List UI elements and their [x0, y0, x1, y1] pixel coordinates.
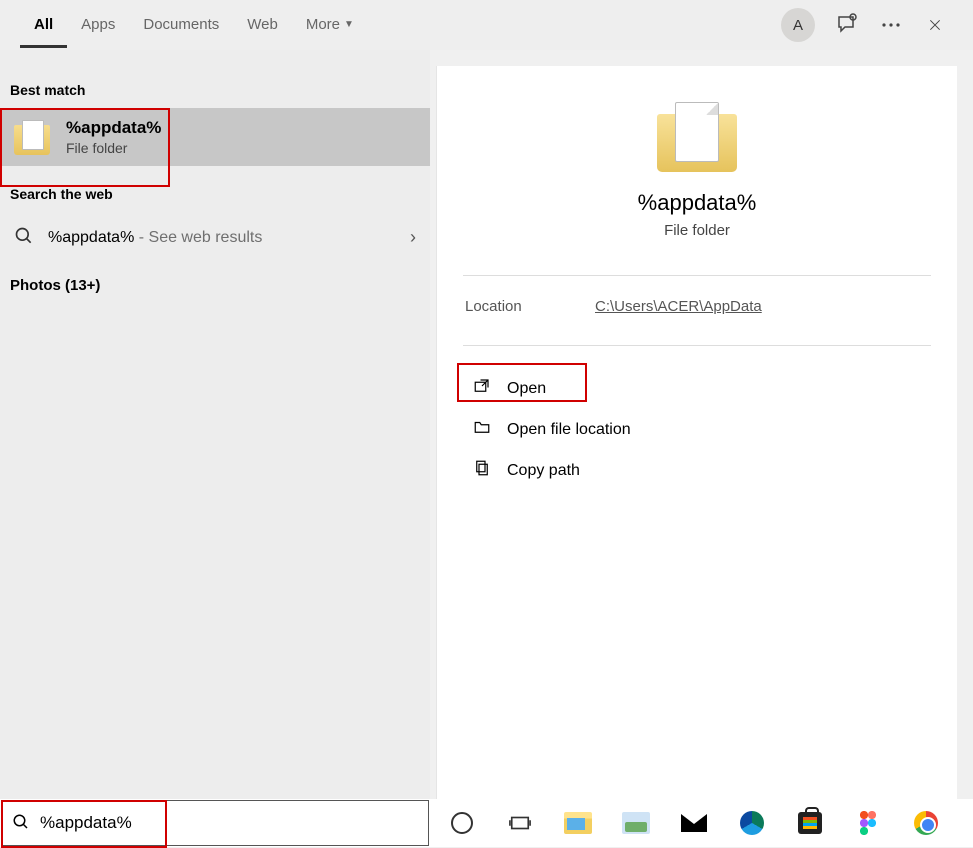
preview-subtitle: File folder [465, 222, 929, 239]
action-copy-path-label: Copy path [507, 462, 580, 480]
close-button[interactable] [923, 13, 947, 37]
web-search-result[interactable]: %appdata% - See web results › [0, 212, 430, 263]
location-label: Location [465, 298, 595, 315]
divider [463, 345, 931, 346]
search-tabs-bar: All Apps Documents Web More ▼ A [0, 0, 973, 50]
section-best-match: Best match [0, 76, 430, 108]
more-options-icon[interactable] [879, 13, 903, 37]
tab-apps[interactable]: Apps [67, 2, 129, 48]
microsoft-store-icon[interactable] [793, 806, 827, 840]
wallpaper-app-icon[interactable] [619, 806, 653, 840]
web-result-suffix: - See web results [134, 229, 262, 246]
action-open[interactable]: Open [465, 368, 929, 409]
location-value[interactable]: C:\Users\ACER\AppData [595, 298, 762, 315]
edge-icon[interactable] [735, 806, 769, 840]
tab-documents[interactable]: Documents [129, 2, 233, 48]
user-avatar[interactable]: A [781, 8, 815, 42]
taskbar-area [0, 799, 973, 847]
cortana-icon[interactable] [445, 806, 479, 840]
figma-icon[interactable] [851, 806, 885, 840]
preview-title: %appdata% [465, 190, 929, 216]
action-open-location[interactable]: Open file location [465, 409, 929, 450]
annotation-highlight [1, 800, 167, 848]
mail-icon[interactable] [677, 806, 711, 840]
search-box[interactable] [1, 800, 429, 846]
action-copy-path[interactable]: Copy path [465, 450, 929, 491]
file-explorer-icon[interactable] [561, 806, 595, 840]
chrome-icon[interactable] [909, 806, 943, 840]
folder-icon [14, 119, 50, 155]
avatar-letter: A [793, 17, 803, 34]
folder-outline-icon [473, 418, 491, 441]
feedback-icon[interactable] [835, 13, 859, 37]
task-view-icon[interactable] [503, 806, 537, 840]
tab-more-label: More [306, 16, 340, 33]
chevron-right-icon: › [410, 227, 416, 248]
chevron-down-icon: ▼ [344, 19, 354, 30]
preview-folder-icon [657, 102, 737, 172]
tab-more[interactable]: More ▼ [292, 2, 368, 48]
divider [463, 275, 931, 276]
action-open-location-label: Open file location [507, 421, 631, 439]
search-icon [14, 226, 34, 249]
results-pane: Best match %appdata% File folder Search … [0, 50, 430, 799]
web-result-query: %appdata% [48, 229, 134, 246]
preview-pane: %appdata% File folder Location C:\Users\… [436, 66, 957, 799]
annotation-highlight [457, 363, 587, 402]
tab-all[interactable]: All [20, 2, 67, 48]
section-photos[interactable]: Photos (13+) [0, 263, 430, 308]
copy-icon [473, 459, 491, 482]
best-match-result[interactable]: %appdata% File folder [0, 108, 430, 166]
tab-web[interactable]: Web [233, 2, 292, 48]
